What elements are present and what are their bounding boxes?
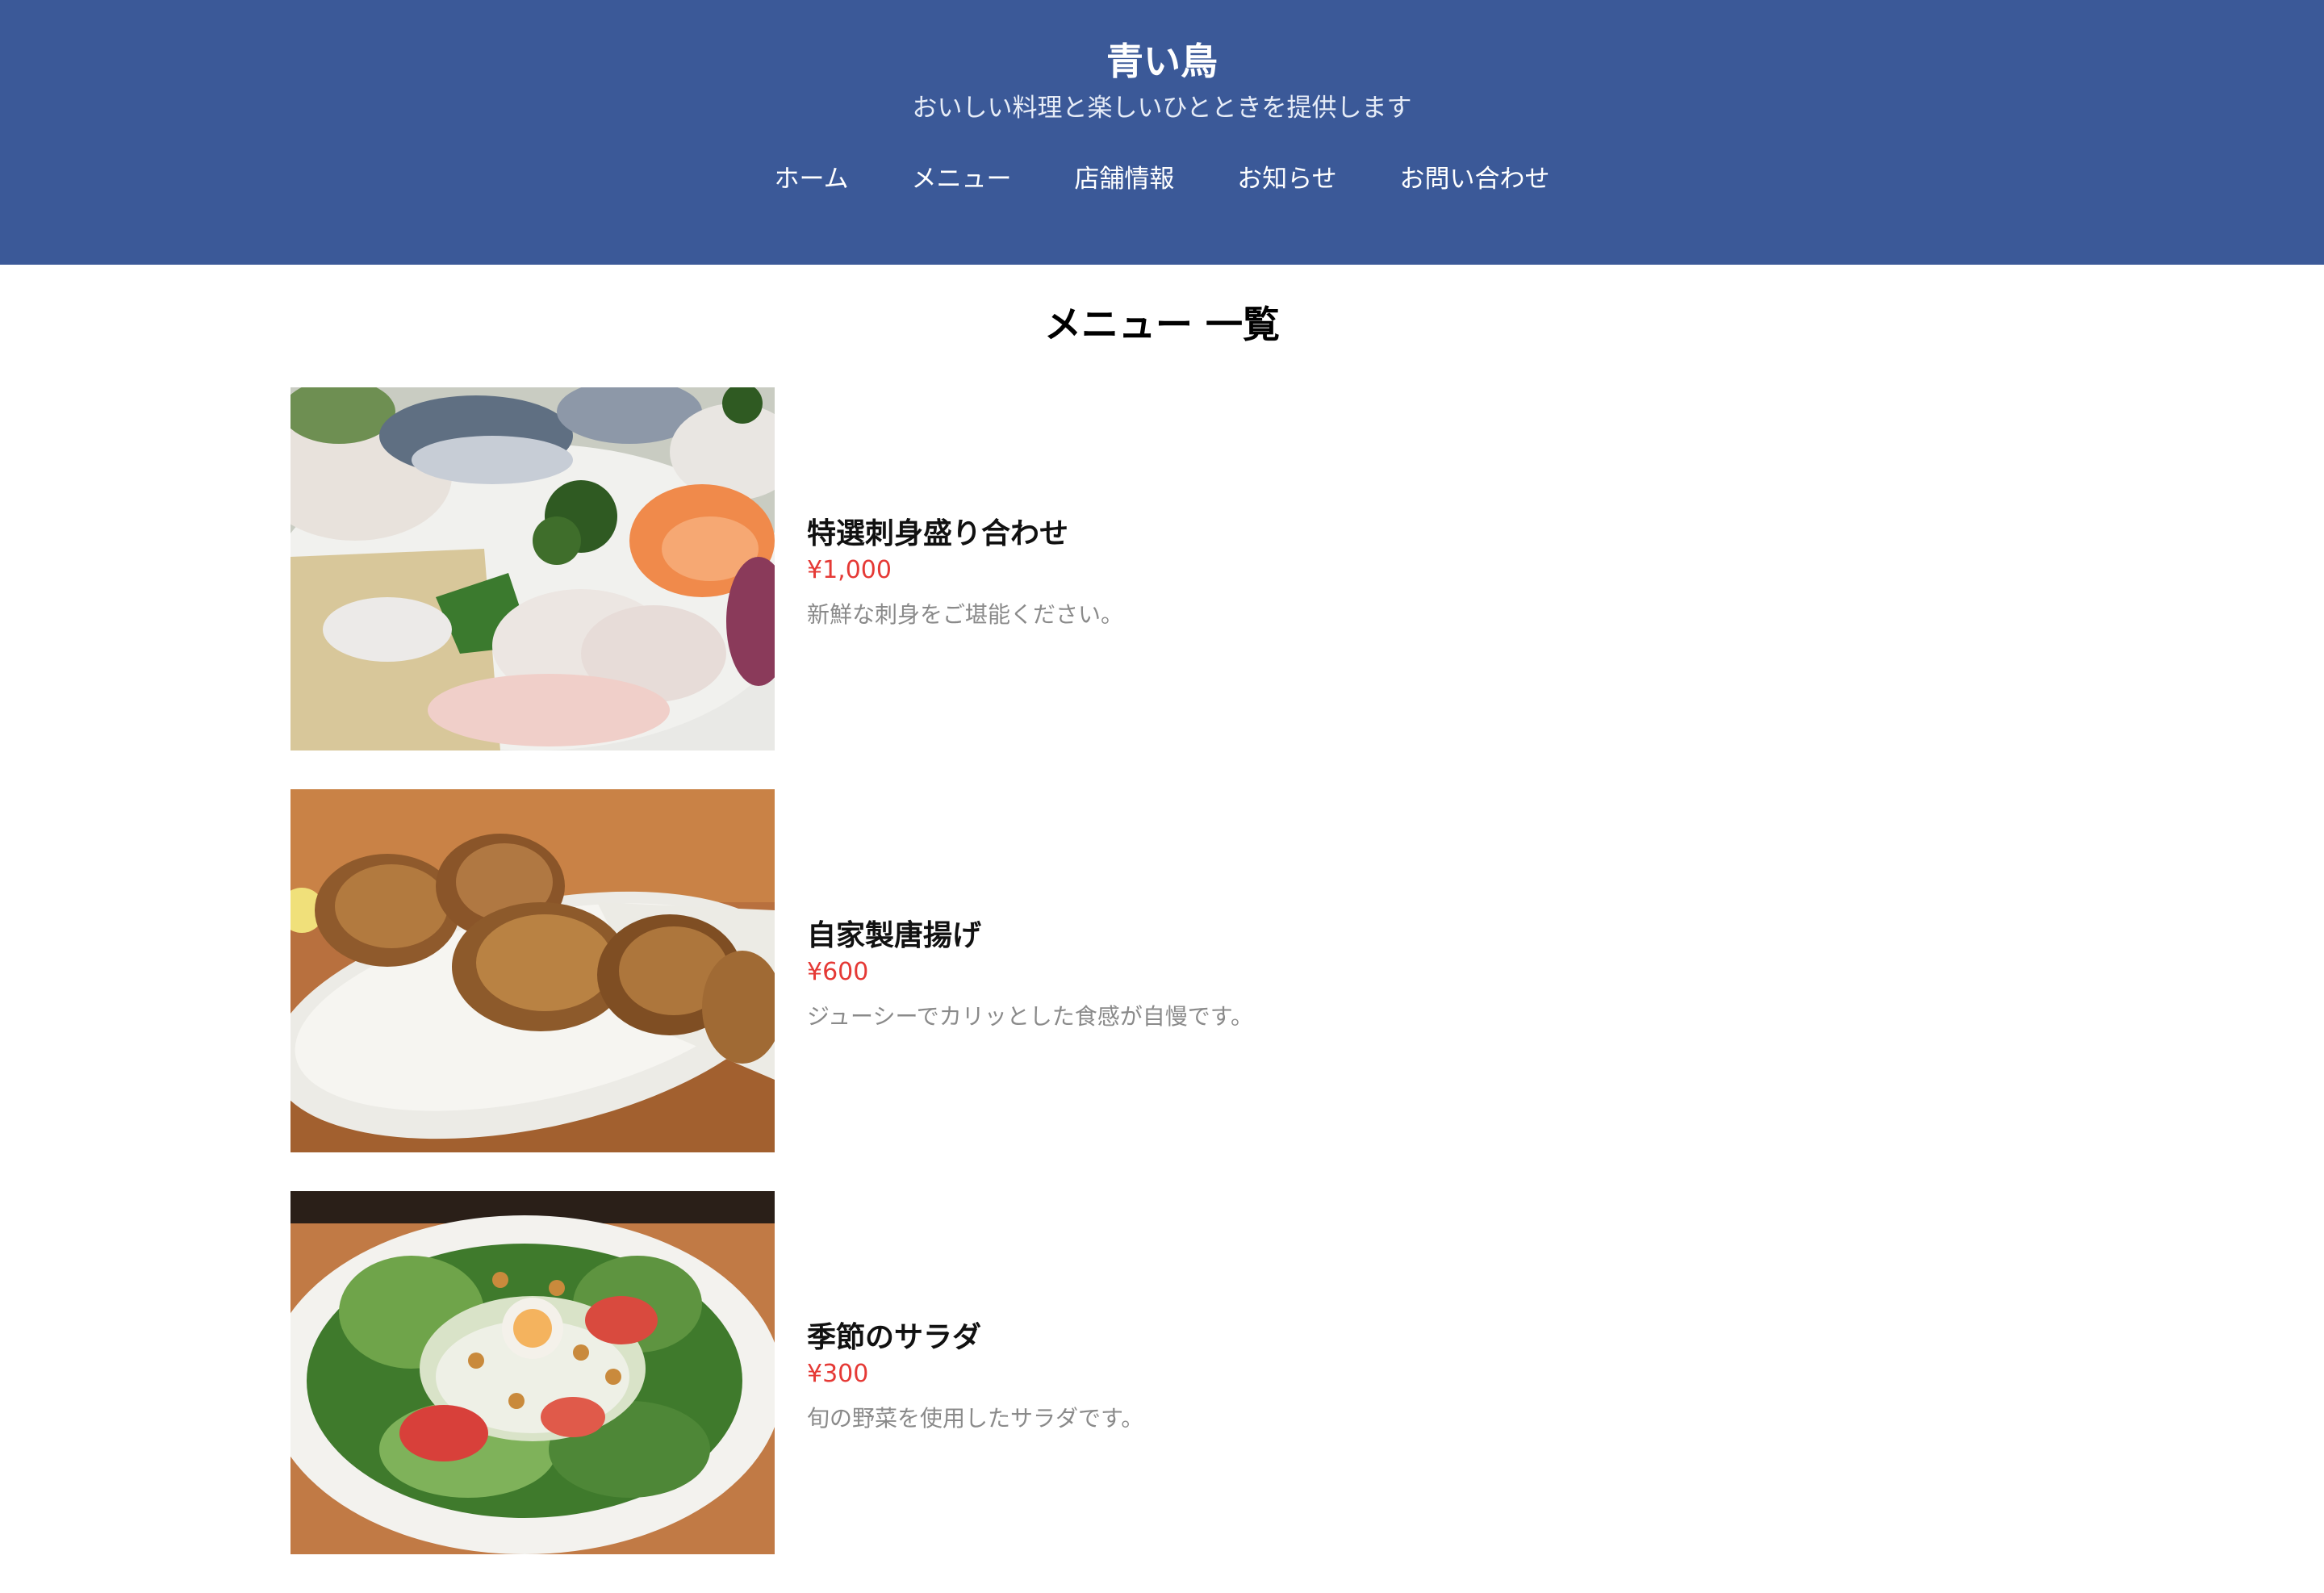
site-tagline: おいしい料理と楽しいひとときを提供します [912,94,1412,123]
main-nav: ホーム メニュー 店舗情報 お知らせ お問い合わせ [0,160,2324,199]
menu-item-info: 特選刺身盛り合わせ ¥1,000 新鮮な刺身をご堪能ください。 [807,515,1695,631]
menu-item: 特選刺身盛り合わせ ¥1,000 新鮮な刺身をご堪能ください。 [290,387,1743,751]
item-name: 季節のサラダ [807,1321,982,1354]
menu-item-info: 季節のサラダ ¥300 旬の野菜を使用したサラダです。 [807,1319,1695,1435]
item-name: 特選刺身盛り合わせ [807,517,1069,550]
salad-image [290,1191,775,1554]
item-description: ジューシーでカリッとした食感が自慢です。 [807,1003,1254,1030]
sashimi-image [290,387,775,751]
menu-item: 自家製唐揚げ ¥600 ジューシーでカリッとした食感が自慢です。 [290,789,1743,1152]
page-title: メニュー 一覧 [1043,303,1280,346]
nav-link-contact[interactable]: お問い合わせ [1399,160,1549,199]
item-price: ¥300 [807,1360,869,1388]
nav-link-store-info[interactable]: 店舗情報 [1074,160,1174,199]
menu-item: 季節のサラダ ¥300 旬の野菜を使用したサラダです。 [290,1191,1743,1554]
item-description: 旬の野菜を使用したサラダです。 [807,1405,1144,1432]
karaage-photo[interactable] [290,789,775,1152]
salad-photo[interactable] [290,1191,775,1554]
nav-link-home[interactable]: ホーム [775,160,849,199]
karaage-image [290,789,775,1152]
item-description: 新鮮な刺身をご堪能ください。 [807,601,1124,628]
site-title: 青い鳥 [1106,40,1218,83]
item-price: ¥600 [807,958,869,986]
menu-item-info: 自家製唐揚げ ¥600 ジューシーでカリッとした食感が自慢です。 [807,917,1695,1033]
item-price: ¥1,000 [807,556,892,584]
sashimi-photo[interactable] [290,387,775,751]
item-name: 自家製唐揚げ [807,919,982,952]
nav-link-news[interactable]: お知らせ [1237,160,1336,199]
site-header: 青い鳥 おいしい料理と楽しいひとときを提供します ホーム メニュー 店舗情報 お… [0,0,2324,265]
nav-link-menu[interactable]: メニュー [911,160,1011,199]
